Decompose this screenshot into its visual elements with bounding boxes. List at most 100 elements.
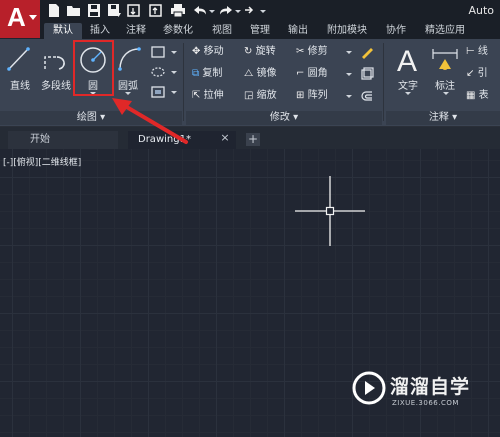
rectangle-dropdown-icon[interactable]	[171, 51, 177, 54]
modify-panel-title-text: 修改	[269, 112, 290, 123]
tab-output[interactable]: 输出	[284, 23, 312, 39]
mirror-label: 镜像	[256, 68, 277, 79]
leader-button[interactable]: ↙ 引	[466, 65, 488, 83]
watermark-url: ZIXUE.3066.COM	[392, 399, 459, 407]
open-icon[interactable]	[66, 3, 82, 18]
stretch-icon: ⇱	[192, 90, 201, 101]
circle-tool-highlight	[73, 40, 114, 96]
copy-button[interactable]: ⧉ 复制	[192, 65, 222, 83]
cloud-save-icon[interactable]	[148, 3, 164, 18]
array-button[interactable]: ⊞ 阵列	[296, 87, 328, 105]
text-icon[interactable]: A	[394, 45, 422, 78]
tab-manage[interactable]: 管理	[246, 23, 274, 39]
gradient-dropdown-icon[interactable]	[171, 91, 177, 94]
linear-label: 线	[477, 46, 488, 57]
mirror-button[interactable]: ⧍ 镜像	[244, 65, 277, 83]
save-icon[interactable]	[86, 3, 102, 18]
app-title: Auto	[468, 4, 494, 17]
trim-button[interactable]: ✂ 修剪	[296, 43, 328, 61]
mirror-icon: ⧍	[244, 68, 254, 79]
draw-panel-title-text: 绘图	[76, 112, 97, 123]
fillet-button[interactable]: ⌐ 圆角	[296, 65, 328, 83]
stretch-button[interactable]: ⇱ 拉伸	[192, 87, 224, 105]
array-icon: ⊞	[296, 90, 305, 101]
application-menu-button[interactable]: A	[0, 0, 40, 38]
title-bar: Auto	[0, 0, 500, 22]
hatch-dropdown-icon[interactable]	[171, 71, 177, 74]
close-icon[interactable]: ×	[218, 131, 232, 145]
polyline-icon[interactable]	[42, 45, 72, 73]
move-button[interactable]: ✥ 移动	[192, 43, 224, 61]
tab-view[interactable]: 视图	[208, 23, 236, 39]
tab-addins[interactable]: 附加模块	[322, 23, 372, 39]
array-dropdown-icon[interactable]	[346, 95, 352, 98]
line-button[interactable]: 直线	[2, 77, 38, 92]
new-icon[interactable]	[46, 3, 62, 18]
rotate-button[interactable]: ↻ 旋转	[244, 43, 276, 61]
leader-icon: ↙	[466, 68, 475, 79]
trim-dropdown-icon[interactable]	[346, 51, 352, 54]
trim-icon: ✂	[296, 46, 305, 57]
scale-label: 缩放	[256, 90, 277, 101]
line-icon[interactable]	[6, 45, 32, 73]
print-icon[interactable]	[170, 3, 186, 18]
trim-label: 修剪	[307, 46, 328, 57]
rotate-label: 旋转	[255, 46, 276, 57]
text-button[interactable]: 文字	[392, 77, 424, 92]
move-icon: ✥	[192, 46, 201, 57]
arc-dropdown-icon[interactable]	[125, 92, 131, 95]
save-as-icon[interactable]	[106, 3, 122, 18]
undo-icon[interactable]	[192, 3, 208, 18]
add-tab-button[interactable]: +	[246, 133, 260, 146]
erase-icon[interactable]	[360, 45, 374, 59]
polyline-button[interactable]: 多段线	[38, 77, 74, 92]
scale-icon: ◲	[244, 90, 254, 101]
tab-home[interactable]: 默认	[44, 23, 82, 39]
dimension-icon[interactable]	[430, 45, 460, 75]
tab-start[interactable]: 开始	[8, 131, 118, 149]
tab-annotate[interactable]: 注释	[122, 23, 150, 39]
pointer-arrow-icon	[110, 96, 190, 146]
table-button[interactable]: ▦ 表	[466, 87, 489, 105]
file-tabs-bar: 开始 Drawing1* × +	[0, 127, 500, 149]
arc-icon[interactable]	[116, 45, 142, 73]
leader-label: 引	[477, 68, 488, 79]
logo-letter: A	[7, 2, 26, 32]
text-dropdown-icon[interactable]	[405, 92, 411, 95]
explode-icon[interactable]	[360, 67, 374, 81]
hatch-icon[interactable]	[150, 65, 166, 79]
stretch-label: 拉伸	[203, 90, 224, 101]
table-icon: ▦	[466, 90, 476, 101]
scale-button[interactable]: ◲ 缩放	[244, 87, 277, 105]
dimension-button[interactable]: 标注	[428, 77, 462, 92]
watermark-name: 溜溜自学	[390, 376, 471, 398]
dimension-dropdown-icon[interactable]	[443, 92, 449, 95]
tab-insert[interactable]: 插入	[86, 23, 114, 39]
arc-button[interactable]: 圆弧	[113, 77, 143, 92]
copy-label: 复制	[202, 68, 223, 79]
annotation-panel-title[interactable]: 注释 ▾	[386, 111, 500, 125]
redo-dropdown-icon[interactable]	[235, 10, 241, 13]
copy-icon: ⧉	[192, 68, 200, 79]
fillet-dropdown-icon[interactable]	[346, 73, 352, 76]
offset-icon[interactable]	[360, 89, 374, 103]
redo-icon[interactable]	[218, 3, 234, 18]
undo-dropdown-icon[interactable]	[209, 10, 215, 13]
rectangle-icon[interactable]	[150, 45, 166, 59]
crosshair-cursor-icon	[295, 176, 365, 246]
modify-panel-title[interactable]: 修改 ▾	[186, 111, 382, 125]
watermark: 溜溜自学 ZIXUE.3066.COM	[352, 369, 472, 415]
viewport-controls[interactable]: [-][俯视][二维线框]	[3, 155, 81, 168]
qat-customize-icon[interactable]	[260, 10, 266, 13]
rotate-icon: ↻	[244, 46, 253, 57]
tab-collaborate[interactable]: 协作	[382, 23, 410, 39]
cloud-open-icon[interactable]	[126, 3, 142, 18]
play-logo-icon	[352, 371, 386, 405]
fillet-icon: ⌐	[296, 68, 305, 79]
share-icon[interactable]	[242, 3, 258, 18]
annotation-panel-title-text: 注释	[428, 112, 449, 123]
linear-button[interactable]: ⊢ 线	[466, 43, 488, 61]
tab-featured-apps[interactable]: 精选应用	[420, 23, 470, 39]
move-label: 移动	[203, 46, 224, 57]
tab-parametric[interactable]: 参数化	[158, 23, 198, 39]
